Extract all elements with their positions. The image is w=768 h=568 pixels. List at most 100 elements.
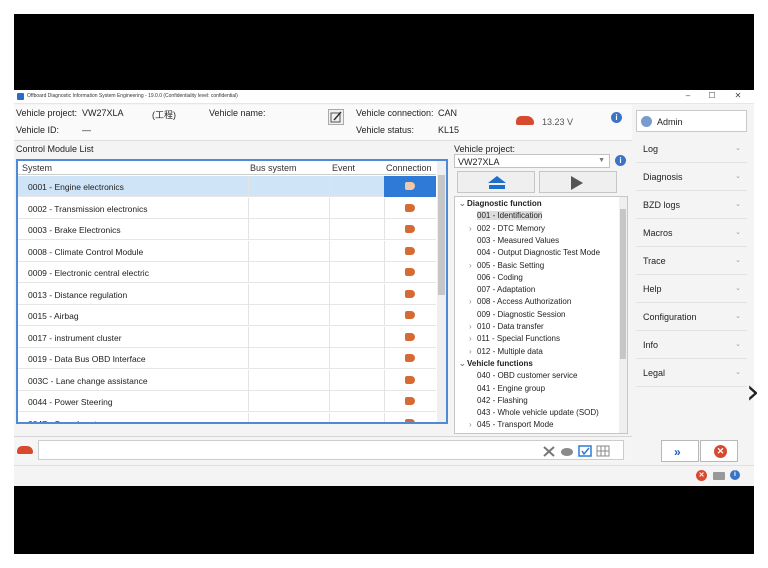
chevron-down-icon: ⌄: [735, 369, 741, 376]
tree-item[interactable]: › 008 - Access Authorization: [469, 296, 571, 308]
cancel-button[interactable]: ✕: [700, 440, 738, 462]
column-header-event[interactable]: Event: [332, 163, 355, 173]
sidebar-item-macros[interactable]: Macros ⌄: [636, 219, 747, 247]
column-header-system[interactable]: System: [22, 163, 52, 173]
connector-icon: [405, 311, 415, 319]
table-row[interactable]: 0044 - Power Steering: [18, 391, 436, 412]
sidebar-item-label: Trace: [643, 256, 666, 266]
sidebar-item-legal[interactable]: Legal ⌄: [636, 359, 747, 387]
column-header-bus-system[interactable]: Bus system: [250, 163, 297, 173]
edit-vehicle-button[interactable]: [328, 109, 344, 125]
scrollbar-thumb[interactable]: [438, 175, 445, 295]
tree-item[interactable]: › 012 - Multiple data: [469, 346, 543, 358]
tree-item[interactable]: › 011 - Special Functions: [469, 333, 560, 345]
checkbox-icon[interactable]: [578, 445, 592, 457]
tree-item[interactable]: 004 - Output Diagnostic Test Mode: [469, 247, 600, 259]
tree-item[interactable]: 007 - Adaptation: [469, 284, 535, 296]
sidebar-item-log[interactable]: Log ⌄: [636, 135, 747, 163]
sidebar-item-label: Info: [643, 340, 659, 350]
continue-button[interactable]: »: [661, 440, 699, 462]
table-row[interactable]: 003C - Lane change assistance: [18, 369, 436, 391]
tree-item[interactable]: › 010 - Data transfer: [469, 321, 544, 333]
tree-item[interactable]: 040 - OBD customer service: [469, 370, 577, 382]
vehicle-name-label: Vehicle name:: [209, 108, 266, 118]
tree-item[interactable]: 009 - Diagnostic Session: [469, 309, 566, 321]
chevron-right-icon[interactable]: ›: [746, 375, 760, 409]
tree-group[interactable]: ⌄Vehicle functions: [459, 358, 533, 370]
system-cell: 0003 - Brake Electronics: [28, 225, 121, 235]
sidebar-item-bzd-logs[interactable]: BZD logs ⌄: [636, 191, 747, 219]
close-button[interactable]: ✕: [730, 91, 746, 100]
tree-scrollbar-thumb[interactable]: [620, 209, 626, 359]
chevron-down-icon: ⌄: [735, 229, 741, 236]
tools-icon[interactable]: [542, 445, 556, 457]
expand-icon[interactable]: ›: [469, 346, 477, 358]
expand-icon[interactable]: ›: [469, 333, 477, 345]
expand-icon[interactable]: ›: [469, 419, 477, 431]
network-icon[interactable]: [713, 472, 725, 480]
error-icon[interactable]: ✕: [696, 470, 707, 481]
expand-icon[interactable]: ⌄: [459, 198, 467, 210]
sidebar-item-diagnosis[interactable]: Diagnosis ⌄: [636, 163, 747, 191]
table-row[interactable]: 0009 - Electronic central electric: [18, 262, 436, 283]
tree-item-label: 010 - Data transfer: [477, 322, 544, 331]
tree-item[interactable]: 041 - Engine group: [469, 383, 545, 395]
eject-icon: [488, 176, 506, 189]
tree-item[interactable]: › 002 - DTC Memory: [469, 223, 545, 235]
expand-icon[interactable]: ⌄: [459, 358, 467, 370]
tree-item[interactable]: 043 - Whole vehicle update (SOD): [469, 407, 599, 419]
table-row[interactable]: 0017 - instrument cluster: [18, 326, 436, 348]
start-button[interactable]: [539, 171, 617, 193]
table-row[interactable]: 0008 - Climate Control Module: [18, 240, 436, 262]
tree-item[interactable]: 001 - Identification: [469, 210, 543, 222]
tree-item-label: 009 - Diagnostic Session: [477, 309, 566, 319]
admin-button[interactable]: Admin: [636, 110, 747, 132]
vehicle-header: Vehicle project: VW27XLA (工程) Vehicle na…: [14, 105, 632, 141]
maximize-button[interactable]: ☐: [704, 91, 720, 100]
tree-group[interactable]: ⌄Diagnostic function: [459, 198, 542, 210]
column-divider: [248, 412, 249, 422]
column-header-connection[interactable]: Connection: [386, 163, 432, 173]
table-row[interactable]: 0002 - Transmission electronics: [18, 197, 436, 219]
table-row[interactable]: 0047 - Sound system: [18, 412, 436, 424]
sidebar-item-trace[interactable]: Trace ⌄: [636, 247, 747, 275]
expand-icon[interactable]: ›: [469, 260, 477, 272]
expand-icon[interactable]: ›: [469, 296, 477, 308]
minimize-button[interactable]: –: [680, 91, 696, 100]
tree-item[interactable]: › 045 - Transport Mode: [469, 419, 553, 431]
table-row[interactable]: 0013 - Distance regulation: [18, 283, 436, 305]
vehicle-project-select[interactable]: VW27XLA ▼: [454, 154, 610, 168]
bottom-status-row: ✕ i: [14, 465, 754, 486]
info-icon[interactable]: i: [611, 112, 622, 123]
table-row[interactable]: 0001 - Engine electronics: [18, 176, 436, 197]
table-header: System Bus system Event Connection: [18, 161, 436, 175]
column-divider: [329, 197, 330, 219]
system-cell: 0047 - Sound system: [28, 418, 109, 424]
sidebar-item-label: BZD logs: [643, 200, 681, 210]
sidebar-item-configuration[interactable]: Configuration ⌄: [636, 303, 747, 331]
connector-icon: [405, 268, 415, 276]
tree-item[interactable]: 006 - Coding: [469, 272, 523, 284]
sidebar-item-info[interactable]: Info ⌄: [636, 331, 747, 359]
sidebar-item-help[interactable]: Help ⌄: [636, 275, 747, 303]
tree-item[interactable]: 042 - Flashing: [469, 395, 528, 407]
tree-item[interactable]: › 005 - Basic Setting: [469, 260, 544, 272]
system-cell: 0017 - instrument cluster: [28, 332, 122, 343]
info-icon[interactable]: i: [730, 470, 740, 480]
vehicle-status-label: Vehicle status:: [356, 125, 415, 135]
info-icon[interactable]: i: [615, 155, 626, 166]
table-scrollbar[interactable]: [437, 161, 446, 422]
eject-button[interactable]: [457, 171, 535, 193]
tree-item-label: 005 - Basic Setting: [477, 260, 545, 270]
tree-item[interactable]: 003 - Measured Values: [469, 235, 559, 247]
tree-scrollbar[interactable]: [619, 197, 627, 433]
table-row[interactable]: 0019 - Data Bus OBD Interface: [18, 348, 436, 369]
table-row[interactable]: 0015 - Airbag: [18, 305, 436, 326]
grid-icon[interactable]: [596, 445, 610, 457]
expand-icon[interactable]: ›: [469, 223, 477, 235]
tree-item-label: 011 - Special Functions: [477, 334, 561, 344]
connector-icon[interactable]: [560, 445, 574, 457]
table-row[interactable]: 0003 - Brake Electronics: [18, 219, 436, 240]
expand-icon[interactable]: ›: [469, 321, 477, 333]
connection-cell: [384, 305, 436, 326]
